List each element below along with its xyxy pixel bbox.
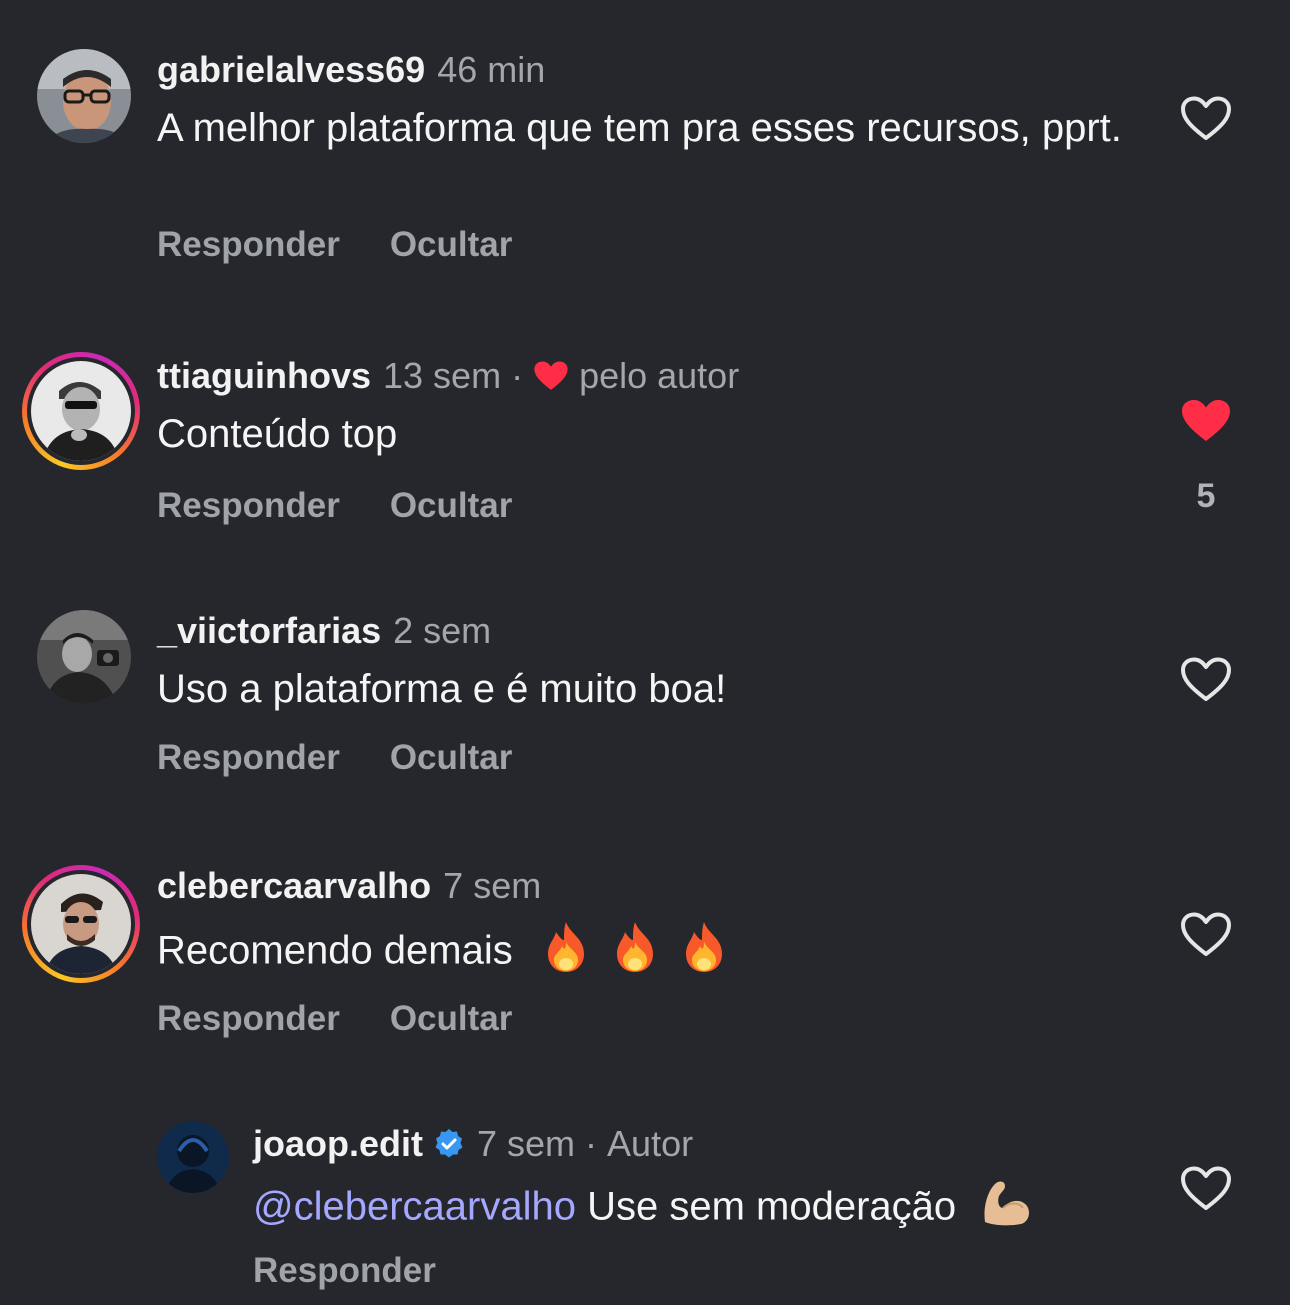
fire-emoji-icon bbox=[542, 920, 590, 986]
author-label: Autor bbox=[607, 1123, 694, 1164]
fire-emoji-icon bbox=[611, 920, 659, 986]
comment-meta: ttiaguinhovs 13 sem · pelo autor bbox=[157, 356, 739, 396]
username[interactable]: gabrielalvess69 bbox=[157, 50, 425, 90]
verified-badge-icon bbox=[433, 1128, 465, 1160]
comment-actions: Responder Ocultar bbox=[157, 738, 562, 778]
liked-by-author-label: pelo autor bbox=[579, 355, 740, 396]
comment-text-body: Recomendo demais bbox=[157, 928, 513, 973]
avatar[interactable] bbox=[31, 361, 131, 461]
comment-text: A melhor plataforma que tem pra esses re… bbox=[157, 106, 1122, 150]
heart-outline-icon[interactable] bbox=[1180, 912, 1232, 958]
avatar[interactable] bbox=[157, 1121, 229, 1193]
comment-meta: gabrielalvess69 46 min bbox=[157, 50, 545, 90]
separator: · bbox=[511, 355, 524, 396]
hide-button[interactable]: Ocultar bbox=[390, 225, 513, 265]
avatar[interactable] bbox=[37, 49, 131, 143]
reply-button[interactable]: Responder bbox=[157, 999, 340, 1039]
comment-meta: clebercaarvalho 7 sem bbox=[157, 866, 541, 906]
username[interactable]: joaop.edit bbox=[253, 1124, 423, 1164]
heart-outline-icon[interactable] bbox=[1180, 657, 1232, 703]
flexed-biceps-emoji-icon bbox=[979, 1178, 1033, 1240]
comment-text: Uso a plataforma e é muito boa! bbox=[157, 667, 727, 711]
comment-text: @clebercaarvalho Use sem moderação bbox=[253, 1178, 1223, 1240]
comment-text-body: Use sem moderação bbox=[587, 1184, 957, 1229]
comment-text: Conteúdo top bbox=[157, 412, 398, 456]
comment-meta: _viictorfarias 2 sem bbox=[157, 611, 491, 651]
timestamp: 46 min bbox=[437, 49, 546, 90]
hide-button[interactable]: Ocultar bbox=[390, 738, 513, 778]
mention-link[interactable]: @clebercaarvalho bbox=[253, 1185, 576, 1229]
comment-actions: Responder Ocultar bbox=[157, 225, 562, 265]
timestamp: 7 sem bbox=[443, 865, 542, 906]
timestamp: 13 sem bbox=[383, 355, 502, 396]
reply-button[interactable]: Responder bbox=[157, 486, 340, 526]
hide-button[interactable]: Ocultar bbox=[390, 999, 513, 1039]
username[interactable]: clebercaarvalho bbox=[157, 866, 431, 906]
heart-outline-icon[interactable] bbox=[1180, 1166, 1232, 1212]
comment-meta: joaop.edit 7 sem · Autor bbox=[253, 1124, 693, 1164]
fire-emoji-icon bbox=[680, 920, 728, 986]
like-count: 5 bbox=[1196, 477, 1216, 515]
heart-outline-icon[interactable] bbox=[1180, 96, 1232, 142]
avatar[interactable] bbox=[37, 610, 131, 704]
comment-actions: Responder Ocultar bbox=[157, 999, 562, 1039]
comment-actions: Responder Ocultar bbox=[157, 486, 562, 526]
separator: · bbox=[585, 1123, 598, 1164]
hide-button[interactable]: Ocultar bbox=[390, 486, 513, 526]
username[interactable]: _viictorfarias bbox=[157, 611, 381, 651]
timestamp: 7 sem bbox=[477, 1123, 576, 1164]
reply-button[interactable]: Responder bbox=[253, 1251, 436, 1291]
heart-filled-icon[interactable] bbox=[1180, 398, 1232, 444]
reply-button[interactable]: Responder bbox=[157, 738, 340, 778]
username[interactable]: ttiaguinhovs bbox=[157, 356, 371, 396]
timestamp: 2 sem bbox=[393, 610, 492, 651]
avatar[interactable] bbox=[31, 874, 131, 974]
comment-text: Recomendo demais bbox=[157, 920, 1127, 986]
heart-filled-icon bbox=[533, 360, 569, 392]
reply-button[interactable]: Responder bbox=[157, 225, 340, 265]
comment-actions: Responder bbox=[253, 1251, 486, 1291]
